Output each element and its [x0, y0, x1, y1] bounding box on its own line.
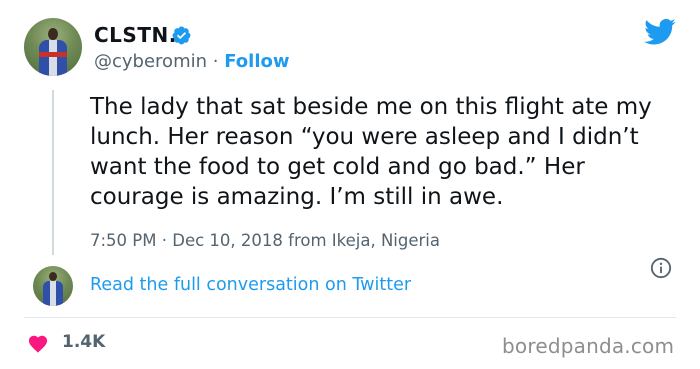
heart-icon[interactable]	[27, 333, 49, 353]
tweet-time[interactable]: 7:50 PM	[90, 231, 156, 250]
meta-separator: ·	[161, 231, 167, 250]
tweet-meta: 7:50 PM · Dec 10, 2018 from Ikeja, Niger…	[90, 229, 440, 253]
tweet-date[interactable]: Dec 10, 2018	[172, 231, 283, 250]
tweet-location: from Ikeja, Nigeria	[288, 231, 440, 250]
avatar-figure-body	[39, 40, 67, 76]
footer-divider	[24, 317, 676, 318]
watermark: boredpanda.com	[502, 334, 675, 358]
reply-avatar[interactable]	[33, 266, 73, 306]
author-avatar[interactable]	[24, 18, 82, 76]
read-full-conversation-link[interactable]: Read the full conversation on Twitter	[90, 273, 411, 297]
avatar-figure-head	[48, 28, 58, 40]
tweet-text: The lady that sat beside me on this flig…	[90, 94, 652, 210]
twitter-bird-icon[interactable]	[644, 18, 676, 46]
tweet-card: CLSTN. @cyberomin · Follow The lady that…	[0, 0, 700, 369]
avatar-figure-body	[43, 281, 63, 306]
avatar-figure-band	[39, 52, 67, 57]
avatar-figure-head	[49, 272, 57, 281]
handle-separator: ·	[212, 51, 219, 72]
author-display-name[interactable]: CLSTN.	[94, 22, 177, 48]
like-count: 1.4K	[62, 332, 106, 352]
info-icon[interactable]	[650, 257, 672, 279]
follow-link[interactable]: Follow	[224, 51, 289, 72]
author-handle-row: @cyberomin · Follow	[94, 50, 290, 74]
author-handle[interactable]: @cyberomin	[94, 51, 207, 72]
verified-badge-icon	[172, 26, 191, 45]
thread-connector-line	[52, 90, 54, 255]
